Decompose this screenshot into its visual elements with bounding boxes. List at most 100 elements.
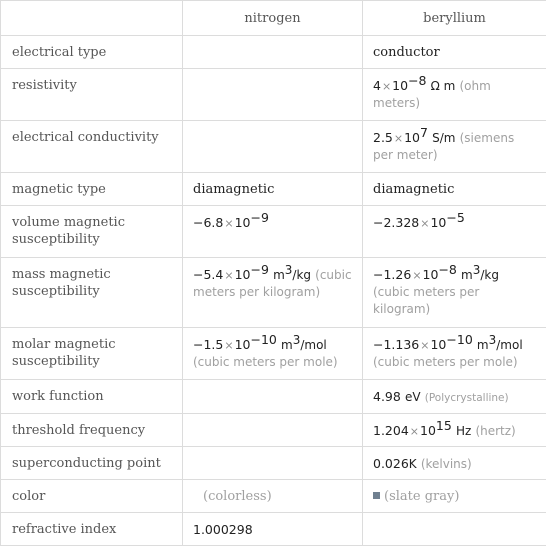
cell-text: S/m: [432, 131, 456, 145]
cell-text: −10: [250, 332, 277, 347]
cell-text: 2.5: [373, 130, 393, 145]
nitrogen-cell: diamagnetic: [182, 172, 363, 206]
table-row: electrical conductivity 2.5×107 S/m (sie…: [0, 120, 546, 173]
cell-text: electrical type: [12, 45, 107, 60]
cell-text: /kg: [292, 268, 312, 282]
cell-text: 10: [234, 267, 251, 282]
beryllium-cell: 4×10−8 Ω m (ohm meters): [362, 68, 546, 121]
comparison-table: nitrogen beryllium electrical type condu…: [0, 0, 546, 546]
cell-text: (cubic meters per mole): [373, 355, 518, 369]
header-row: nitrogen beryllium: [0, 0, 546, 36]
cell-text: −1.136: [373, 337, 420, 352]
cell-text: diamagnetic: [373, 182, 455, 197]
cell-text: (slate gray): [384, 489, 460, 504]
cell-text: /mol: [496, 338, 523, 352]
beryllium-cell: −1.136×10−10 m3/mol (cubic meters per mo…: [362, 327, 546, 380]
beryllium-cell: [362, 512, 546, 546]
nitrogen-cell: [182, 68, 363, 121]
cell-text: −10: [446, 332, 473, 347]
table-row: magnetic type diamagnetic diamagnetic: [0, 172, 546, 206]
cell-text: ×: [420, 217, 430, 230]
cell-text: eV: [404, 390, 421, 404]
table-row: mass magnetic susceptibility −5.4×10−9 m…: [0, 257, 546, 328]
cell-text: mass magnetic susceptibility: [12, 267, 111, 299]
cell-text: 10: [404, 130, 421, 145]
beryllium-cell: 4.98 eV (Polycrystalline): [362, 379, 546, 414]
row-label: electrical conductivity: [0, 120, 183, 173]
row-label: threshold frequency: [0, 413, 183, 447]
cell-text: threshold frequency: [12, 423, 146, 438]
cell-text: −5.4: [193, 267, 224, 282]
cell-text: 10: [234, 337, 251, 352]
cell-text: diamagnetic: [193, 182, 275, 197]
beryllium-cell: 2.5×107 S/m (siemens per meter): [362, 120, 546, 173]
cell-text: ×: [224, 269, 234, 282]
cell-text: Hz: [455, 424, 472, 438]
cell-text: superconducting point: [12, 456, 161, 471]
row-label: resistivity: [0, 68, 183, 121]
cell-text: Ω m: [430, 79, 456, 93]
beryllium-cell: −2.328×10−5: [362, 205, 546, 258]
cell-text: −8: [408, 73, 427, 88]
cell-text: (colorless): [203, 489, 272, 504]
cell-text: ×: [393, 132, 404, 145]
cell-text: (hertz): [475, 424, 516, 438]
cell-text: −9: [250, 262, 269, 277]
cell-text: −6.8: [193, 215, 224, 230]
cell-text: 4: [373, 78, 381, 93]
table-row: resistivity 4×10−8 Ω m (ohm meters): [0, 68, 546, 121]
table-row: refractive index 1.000298: [0, 512, 546, 546]
cell-text: conductor: [373, 45, 440, 60]
table-row: work function 4.98 eV (Polycrystalline): [0, 379, 546, 414]
cell-text: molar magnetic susceptibility: [12, 337, 116, 369]
row-label: volume magnetic susceptibility: [0, 205, 183, 258]
cell-text: (kelvins): [420, 457, 472, 471]
cell-text: 7: [420, 125, 428, 140]
cell-text: (cubic meters per mole): [193, 355, 338, 369]
nitrogen-cell: 1.000298: [182, 512, 363, 546]
cell-text: magnetic type: [12, 182, 106, 197]
cell-text: m: [476, 338, 489, 352]
cell-text: ×: [224, 339, 234, 352]
cell-text: K: [408, 457, 417, 471]
table-row: threshold frequency 1.204×1015 Hz (hertz…: [0, 413, 546, 447]
row-label: electrical type: [0, 35, 183, 69]
beryllium-cell: −1.26×10−8 m3/kg (cubic meters per kilog…: [362, 257, 546, 328]
cell-text: 10: [234, 215, 251, 230]
cell-text: refractive index: [12, 522, 117, 537]
cell-text: ×: [224, 217, 234, 230]
cell-text: 10: [392, 78, 409, 93]
nitrogen-cell: −1.5×10−10 m3/mol (cubic meters per mole…: [182, 327, 363, 380]
beryllium-cell: (slate gray): [362, 479, 546, 513]
cell-text: 1.000298: [193, 522, 253, 537]
cell-text: −5: [446, 210, 465, 225]
nitrogen-cell: [182, 35, 363, 69]
cell-text: m: [461, 268, 473, 282]
row-label: molar magnetic susceptibility: [0, 327, 183, 380]
table-row: volume magnetic susceptibility −6.8×10−9…: [0, 205, 546, 258]
cell-text: 10: [430, 215, 447, 230]
nitrogen-cell: [182, 446, 363, 480]
nitrogen-cell: [182, 120, 363, 173]
row-label: superconducting point: [0, 446, 183, 480]
row-label: color: [0, 479, 183, 513]
cell-text: 0.026: [373, 456, 409, 471]
cell-text: color: [12, 489, 46, 504]
cell-text: electrical conductivity: [12, 130, 159, 145]
cell-text: /mol: [300, 338, 327, 352]
row-label: refractive index: [0, 512, 183, 546]
cell-text: 1.204: [373, 423, 409, 438]
color-swatch-icon: [373, 492, 380, 499]
cell-text: volume magnetic susceptibility: [12, 215, 125, 247]
table-row: electrical type conductor: [0, 35, 546, 69]
nitrogen-cell: (colorless): [182, 479, 363, 513]
cell-text: 15: [435, 418, 452, 433]
cell-text: 4.98: [373, 389, 401, 404]
nitrogen-cell: [182, 413, 363, 447]
cell-text: −2.328: [373, 215, 420, 230]
table-row: molar magnetic susceptibility −1.5×10−10…: [0, 327, 546, 380]
cell-text: (cubic meters per kilogram): [373, 285, 480, 316]
beryllium-cell: diamagnetic: [362, 172, 546, 206]
cell-text: 10: [430, 337, 447, 352]
row-label: magnetic type: [0, 172, 183, 206]
